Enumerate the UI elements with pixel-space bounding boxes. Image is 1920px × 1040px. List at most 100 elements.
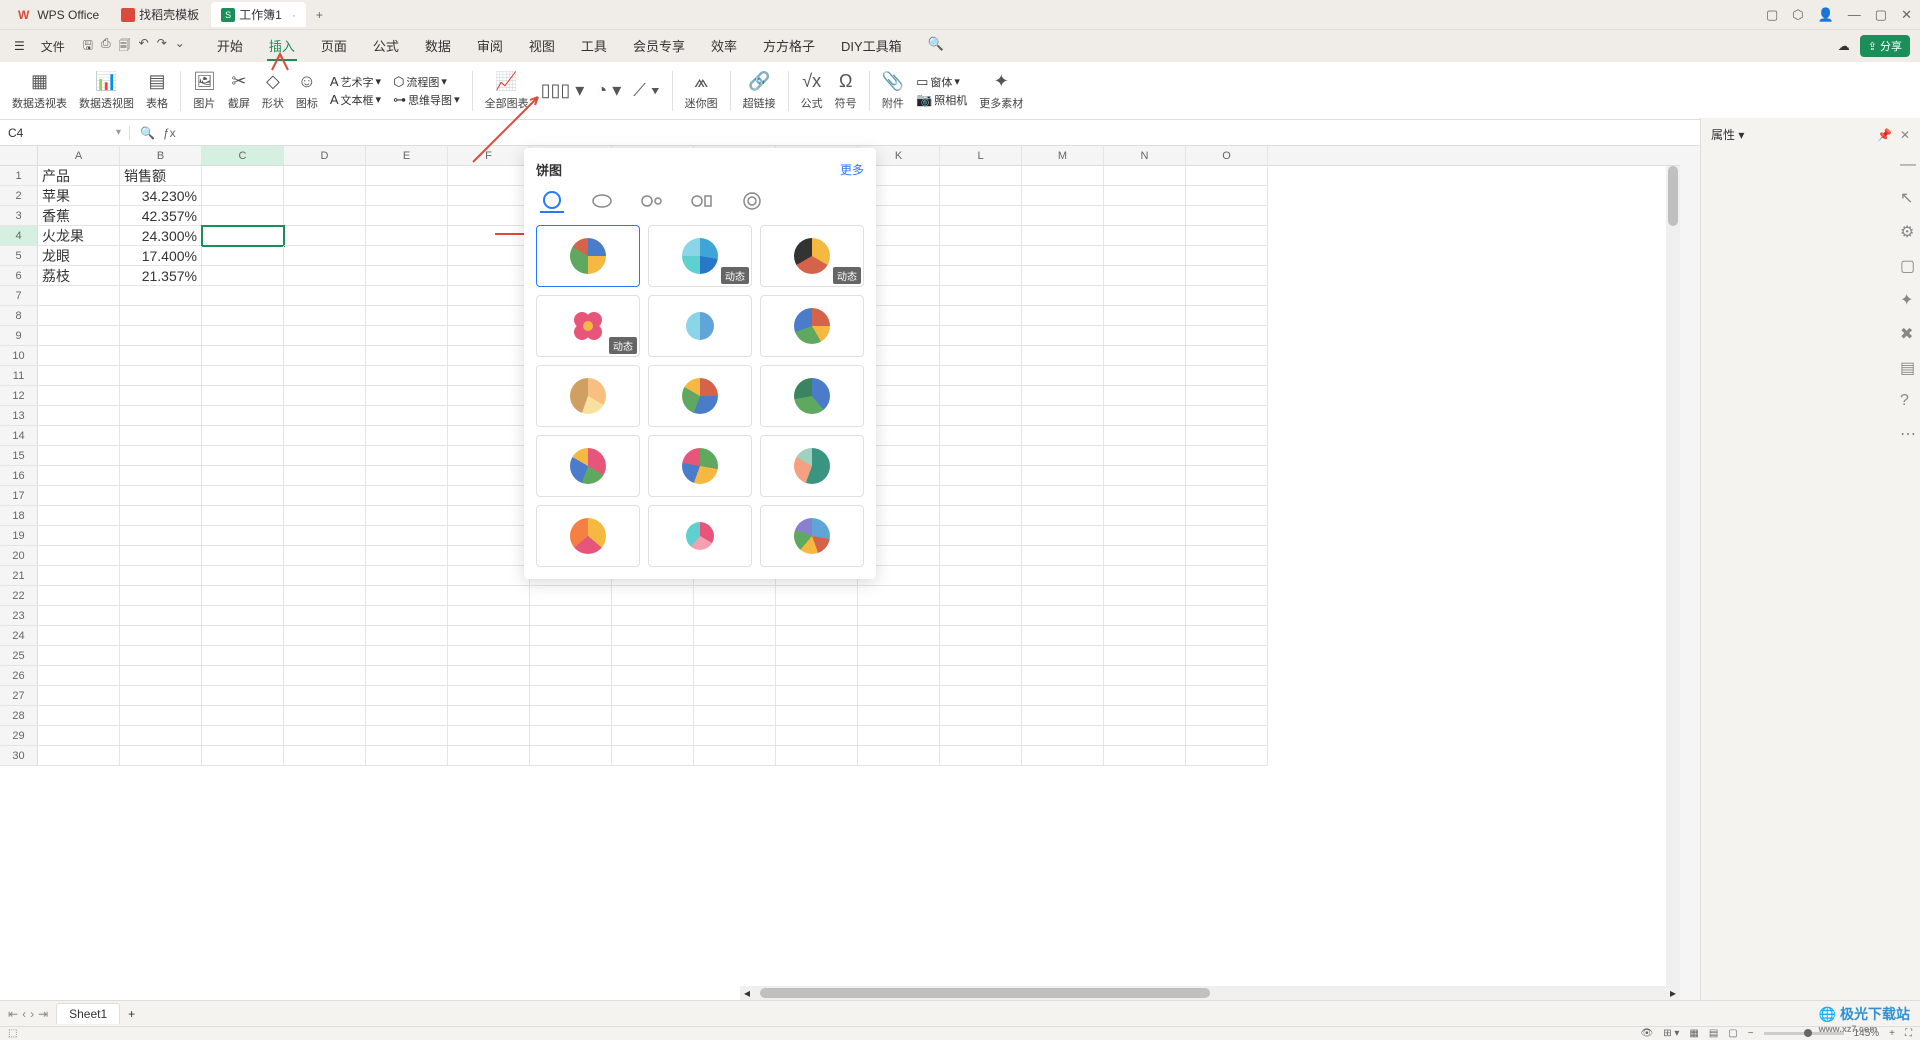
cell[interactable] bbox=[1022, 426, 1104, 446]
cell[interactable] bbox=[858, 666, 940, 686]
pie-chart-button[interactable]: ◔ ▾ bbox=[596, 80, 621, 102]
cell[interactable] bbox=[1104, 166, 1186, 186]
cell[interactable] bbox=[284, 646, 366, 666]
cell[interactable] bbox=[612, 746, 694, 766]
cell[interactable] bbox=[448, 466, 530, 486]
cell[interactable] bbox=[1186, 326, 1268, 346]
cell[interactable] bbox=[366, 486, 448, 506]
cell[interactable] bbox=[366, 166, 448, 186]
cell[interactable] bbox=[38, 526, 120, 546]
cell[interactable] bbox=[366, 286, 448, 306]
cell[interactable] bbox=[38, 546, 120, 566]
cell[interactable] bbox=[120, 346, 202, 366]
cell[interactable] bbox=[366, 346, 448, 366]
cell[interactable] bbox=[38, 346, 120, 366]
cell[interactable] bbox=[120, 706, 202, 726]
cell-icon[interactable]: ▢ bbox=[1900, 256, 1916, 276]
pie-type-bar-of-pie[interactable] bbox=[690, 189, 714, 213]
cell[interactable] bbox=[38, 326, 120, 346]
cell[interactable] bbox=[1186, 606, 1268, 626]
cell[interactable] bbox=[1104, 646, 1186, 666]
chart-template[interactable] bbox=[648, 365, 752, 427]
chart-template[interactable] bbox=[536, 435, 640, 497]
add-tab-button[interactable]: + bbox=[308, 4, 331, 26]
pie-type-of-pie[interactable] bbox=[640, 189, 664, 213]
cell[interactable] bbox=[612, 586, 694, 606]
cell[interactable] bbox=[776, 666, 858, 686]
cell[interactable] bbox=[940, 306, 1022, 326]
cell[interactable] bbox=[1104, 426, 1186, 446]
cell[interactable] bbox=[1104, 586, 1186, 606]
cube-icon[interactable]: ⬡ bbox=[1792, 7, 1803, 23]
cell[interactable]: 24.300% bbox=[120, 226, 202, 246]
cell[interactable] bbox=[1186, 226, 1268, 246]
col-header[interactable]: D bbox=[284, 146, 366, 165]
cell[interactable] bbox=[1022, 286, 1104, 306]
cell[interactable] bbox=[120, 386, 202, 406]
cell[interactable] bbox=[940, 606, 1022, 626]
cell[interactable] bbox=[284, 346, 366, 366]
row-header[interactable]: 3 bbox=[0, 206, 38, 226]
cell[interactable] bbox=[940, 246, 1022, 266]
avatar-icon[interactable]: 👤 bbox=[1818, 7, 1834, 23]
cell[interactable] bbox=[612, 726, 694, 746]
cell[interactable] bbox=[1022, 686, 1104, 706]
cell[interactable] bbox=[1104, 626, 1186, 646]
cell[interactable] bbox=[366, 606, 448, 626]
cell[interactable] bbox=[284, 386, 366, 406]
row-header[interactable]: 18 bbox=[0, 506, 38, 526]
pie-type-basic[interactable] bbox=[540, 189, 564, 213]
cell[interactable] bbox=[940, 666, 1022, 686]
close-panel-icon[interactable]: ✕ bbox=[1900, 128, 1910, 142]
row-header[interactable]: 19 bbox=[0, 526, 38, 546]
cell[interactable] bbox=[1022, 406, 1104, 426]
chart-template[interactable] bbox=[760, 295, 864, 357]
cell[interactable] bbox=[1104, 386, 1186, 406]
cell[interactable] bbox=[694, 646, 776, 666]
cell[interactable] bbox=[1186, 186, 1268, 206]
cell[interactable] bbox=[940, 446, 1022, 466]
cell[interactable] bbox=[448, 286, 530, 306]
cell[interactable] bbox=[1104, 306, 1186, 326]
cell[interactable] bbox=[38, 366, 120, 386]
print-icon[interactable]: ⎙ bbox=[101, 36, 111, 57]
shapes-button[interactable]: ◇形状 bbox=[262, 71, 284, 111]
cell[interactable] bbox=[694, 606, 776, 626]
cell[interactable] bbox=[530, 686, 612, 706]
cell[interactable] bbox=[202, 686, 284, 706]
window-icon[interactable]: ▢ bbox=[1766, 7, 1778, 23]
cell[interactable] bbox=[1186, 726, 1268, 746]
cell[interactable] bbox=[694, 746, 776, 766]
cell[interactable] bbox=[1186, 546, 1268, 566]
cell[interactable] bbox=[202, 246, 284, 266]
hamburger-icon[interactable]: ☰ bbox=[10, 37, 29, 55]
cell[interactable] bbox=[366, 206, 448, 226]
chart-template[interactable] bbox=[760, 435, 864, 497]
row-header[interactable]: 16 bbox=[0, 466, 38, 486]
cell[interactable] bbox=[366, 686, 448, 706]
pie-type-3d[interactable] bbox=[590, 189, 614, 213]
tab-page[interactable]: 页面 bbox=[319, 32, 349, 61]
cell[interactable] bbox=[1022, 526, 1104, 546]
row-header[interactable]: 13 bbox=[0, 406, 38, 426]
cell[interactable] bbox=[1186, 586, 1268, 606]
col-header[interactable]: M bbox=[1022, 146, 1104, 165]
cell[interactable] bbox=[38, 706, 120, 726]
col-header[interactable]: N bbox=[1104, 146, 1186, 165]
cell[interactable] bbox=[776, 646, 858, 666]
row-header[interactable]: 14 bbox=[0, 426, 38, 446]
tab-view[interactable]: 视图 bbox=[527, 32, 557, 61]
cell[interactable] bbox=[1022, 246, 1104, 266]
row-header[interactable]: 4 bbox=[0, 226, 38, 246]
cell[interactable] bbox=[120, 406, 202, 426]
cell[interactable]: 火龙果 bbox=[38, 226, 120, 246]
cell[interactable] bbox=[448, 546, 530, 566]
cell[interactable] bbox=[1104, 226, 1186, 246]
cell[interactable] bbox=[448, 186, 530, 206]
redo-icon[interactable]: ↷ bbox=[157, 36, 167, 57]
row-header[interactable]: 5 bbox=[0, 246, 38, 266]
cell[interactable] bbox=[366, 366, 448, 386]
cell[interactable] bbox=[284, 426, 366, 446]
cell[interactable] bbox=[940, 386, 1022, 406]
cell[interactable] bbox=[120, 646, 202, 666]
